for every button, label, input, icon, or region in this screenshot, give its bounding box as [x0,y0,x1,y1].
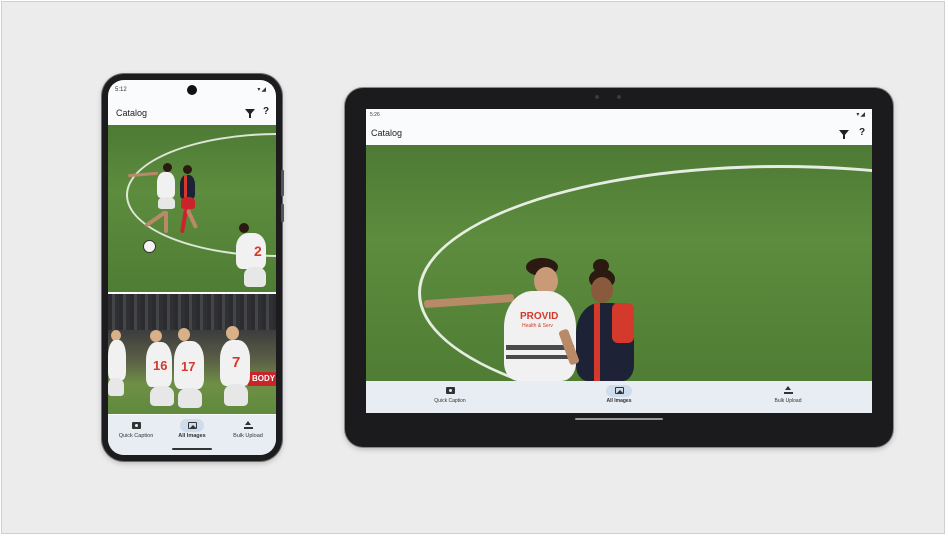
status-signal-icons: ▾◢ [856,112,866,118]
nav-all-images[interactable]: All Images [589,387,649,404]
camera-icon [131,422,141,429]
ad-banner-text: BODY [252,374,276,383]
tablet-device: 5:26 ▾◢ Catalog ? PROVID Health & Serv Q… [345,88,893,447]
tablet-screen: 5:26 ▾◢ Catalog ? PROVID Health & Serv Q… [366,109,872,413]
nav-quick-caption[interactable]: Quick Caption [420,387,480,404]
nav-all-images[interactable]: All Images [168,422,216,439]
jersey-number: 2 [254,243,262,259]
jersey-sponsor: PROVID [520,311,559,322]
player-hair [163,163,172,172]
camera-icon [445,387,455,394]
page-title: Catalog [116,108,148,118]
player-shorts [181,197,195,209]
photo-tile[interactable]: BODY 16 17 7 [108,294,276,414]
upload-icon [783,386,793,394]
player-shorts [150,386,174,406]
nav-label: Bulk Upload [233,433,263,439]
nav-bulk-upload[interactable]: Bulk Upload [758,386,818,404]
jersey-sponsor-sub: Health & Serv [522,323,553,329]
nav-bulk-upload[interactable]: Bulk Upload [224,421,272,439]
player-head [150,330,162,342]
phone-power-button [281,204,284,222]
player-head [591,277,613,303]
tablet-camera [617,95,621,99]
photo-tile[interactable]: 2 [108,125,276,292]
jersey-sleeve [612,303,634,343]
image-icon [187,422,197,429]
jersey-stripe [506,355,574,359]
pitch-line [418,165,872,381]
player-jersey [108,340,126,380]
phone-volume-button [281,170,284,196]
player-leg [164,211,168,233]
status-signal-icons: ▾◢ [257,87,267,93]
help-icon[interactable]: ? [859,127,865,138]
player-hair [239,223,249,233]
phone-bottom-nav: Quick Caption All Images Bulk Upload [108,415,276,455]
player-hair [183,165,192,174]
nav-label: Quick Caption [118,433,154,439]
jersey-number: 16 [153,358,168,373]
upload-icon [243,421,253,429]
filter-icon[interactable] [839,130,849,139]
status-time: 5:26 [370,112,380,118]
jersey-stripe [594,303,600,381]
photo-tile[interactable]: PROVID Health & Serv [366,145,872,381]
player-shorts [224,384,248,406]
nav-label: Quick Caption [434,398,466,404]
nav-label: Bulk Upload [774,398,802,404]
image-icon [614,387,624,394]
nav-label: All Images [178,433,206,439]
home-indicator[interactable] [172,448,212,450]
filter-icon[interactable] [245,109,255,118]
page-title: Catalog [371,128,403,138]
tablet-bottom-nav: Quick Caption All Images Bulk Upload [366,381,872,413]
player-head [178,328,190,341]
crowd [108,294,276,330]
player-shorts [158,197,175,209]
home-indicator[interactable] [575,418,663,420]
jersey-number: 17 [181,359,196,374]
player-shorts [108,378,124,396]
player-jersey [180,175,195,199]
player-jersey [157,172,175,198]
help-icon[interactable]: ? [263,106,269,117]
nav-label: All Images [606,398,632,404]
jersey-stripe [184,175,187,199]
status-time: 5:12 [115,87,127,93]
front-camera [187,85,197,95]
tablet-camera [595,95,599,99]
player-shorts [244,267,266,287]
tablet-app-bar: Catalog ? [366,123,872,145]
soccer-ball [143,240,156,253]
nav-quick-caption[interactable]: Quick Caption [112,422,160,439]
ad-banner: BODY [248,372,276,386]
player-head [226,326,239,340]
phone-screen: 5:12 ▾◢ Catalog ? 2 BODY 16 17 7 Quick C… [108,80,276,455]
jersey-number: 7 [232,354,241,371]
player-shorts [178,388,202,408]
